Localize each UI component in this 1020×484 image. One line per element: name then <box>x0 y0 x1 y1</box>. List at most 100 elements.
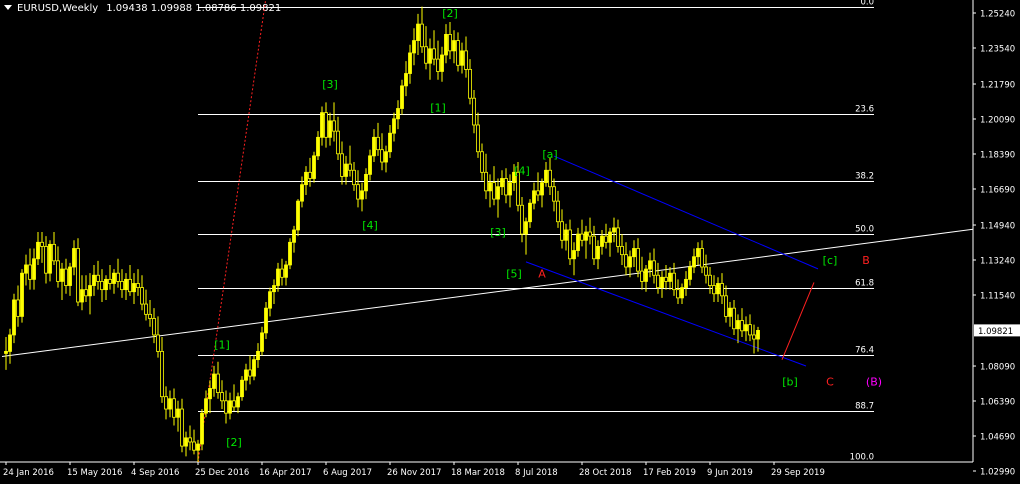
candle-body <box>636 248 640 272</box>
fib-level-label: 50.0 <box>855 225 874 235</box>
candle-body <box>292 229 296 243</box>
candle-body <box>80 289 84 303</box>
candle-body <box>312 155 316 179</box>
candle-body <box>4 351 8 354</box>
candle-body <box>16 299 20 317</box>
candle-body <box>256 351 260 361</box>
candle-body <box>360 190 364 200</box>
support-trendline[interactable] <box>1 227 990 358</box>
current-price-label: 1.09821 <box>978 327 1013 337</box>
candle-body <box>300 184 304 202</box>
date-axis-label: 25 Dec 2016 <box>195 468 249 478</box>
candle-body <box>104 278 108 291</box>
candle-body <box>200 412 204 445</box>
candle-body <box>236 396 240 408</box>
price-axis-label: 1.14940 <box>980 222 1015 232</box>
wave-label: [a] <box>542 148 557 161</box>
candle-body <box>552 186 556 202</box>
candle-body <box>576 233 580 251</box>
candle-body <box>28 264 32 280</box>
candle-body <box>740 320 744 332</box>
candle-body <box>224 400 228 414</box>
candle-body <box>344 163 348 177</box>
fib-level-label: 23.6 <box>855 105 874 115</box>
fib-level-label: 88.7 <box>855 402 874 412</box>
plot-area[interactable]: 0.0 23.6 38.2 50.0 61.8 76.4 88.7 100.0 [5] [2] [3… <box>1 0 990 477</box>
candle-body <box>468 69 472 99</box>
candle-body <box>428 48 432 64</box>
candle-body <box>172 398 176 418</box>
candle-body <box>476 124 480 153</box>
candle-body <box>536 190 540 196</box>
candle-body <box>120 281 124 291</box>
candle-body <box>316 136 320 157</box>
candle-body <box>40 241 44 247</box>
candle-body <box>456 40 460 66</box>
candle-body <box>212 373 216 389</box>
candle-body <box>528 202 532 223</box>
candle-body <box>684 278 688 288</box>
price-axis-label: 1.02990 <box>980 468 1015 478</box>
fib-level-label: 38.2 <box>855 172 874 182</box>
candle-body <box>432 48 436 60</box>
candle-body <box>180 408 184 447</box>
wave-label: [2] <box>226 436 242 449</box>
candle-body <box>248 369 252 377</box>
candle-body <box>672 272 676 291</box>
candle-body <box>372 136 376 157</box>
wave-label: [4] <box>362 219 378 232</box>
candle-body <box>240 379 244 398</box>
candle-body <box>108 278 112 284</box>
candle-body <box>532 190 536 204</box>
candle-body <box>632 248 636 258</box>
candle-body <box>480 151 484 173</box>
candle-body <box>564 229 568 241</box>
candle-body <box>152 318 156 336</box>
candle-body <box>424 46 428 64</box>
date-axis-label: 24 Jan 2016 <box>3 468 54 478</box>
candle-body <box>280 268 284 278</box>
candle-body <box>88 285 92 297</box>
candle-body <box>680 287 684 299</box>
candle-body <box>440 54 444 72</box>
candle-body <box>524 221 528 235</box>
candle-body <box>448 34 452 52</box>
candle-body <box>608 231 612 243</box>
candle-body <box>732 307 736 330</box>
date-axis-label: 16 Apr 2017 <box>259 468 312 478</box>
candle-body <box>192 441 196 451</box>
candle-body <box>652 260 656 276</box>
candle-body <box>404 73 408 87</box>
date-axis-label: 18 Mar 2018 <box>451 468 505 478</box>
candle-body <box>272 285 276 293</box>
candle-body <box>720 283 724 297</box>
wave-label: [5] <box>506 267 522 280</box>
candle-body <box>296 200 300 231</box>
candle-body <box>408 52 412 74</box>
candle-body <box>700 248 704 268</box>
candle-body <box>144 303 148 315</box>
candle-body <box>572 250 576 260</box>
candle-body <box>320 112 324 138</box>
price-chart[interactable]: 0.0 23.6 38.2 50.0 61.8 76.4 88.7 100.0 [5] [2] [3… <box>0 0 1020 484</box>
candle-body <box>656 274 660 288</box>
candle-body <box>508 182 512 196</box>
candle-body <box>188 437 192 443</box>
candle-body <box>304 171 308 186</box>
date-axis-label: 6 Aug 2017 <box>323 468 372 478</box>
candle-body <box>232 400 236 408</box>
candle-body <box>444 34 448 56</box>
date-axis-label: 9 Jun 2019 <box>707 468 753 478</box>
candle-body <box>32 258 36 280</box>
candle-body <box>96 274 100 282</box>
fib-level-label: 100.0 <box>850 453 874 463</box>
wave-label: [2] <box>442 7 458 20</box>
projection-b-to-c[interactable] <box>781 282 815 360</box>
chart-window[interactable]: EURUSD,Weekly 1.09438 1.09988 1.08786 1.0… <box>0 0 1020 484</box>
candle-body <box>208 388 212 400</box>
candle-body <box>600 235 604 247</box>
candle-body <box>648 260 652 270</box>
candle-body <box>736 320 740 330</box>
price-axis-label: 1.13240 <box>980 257 1015 267</box>
candle-body <box>388 132 392 153</box>
